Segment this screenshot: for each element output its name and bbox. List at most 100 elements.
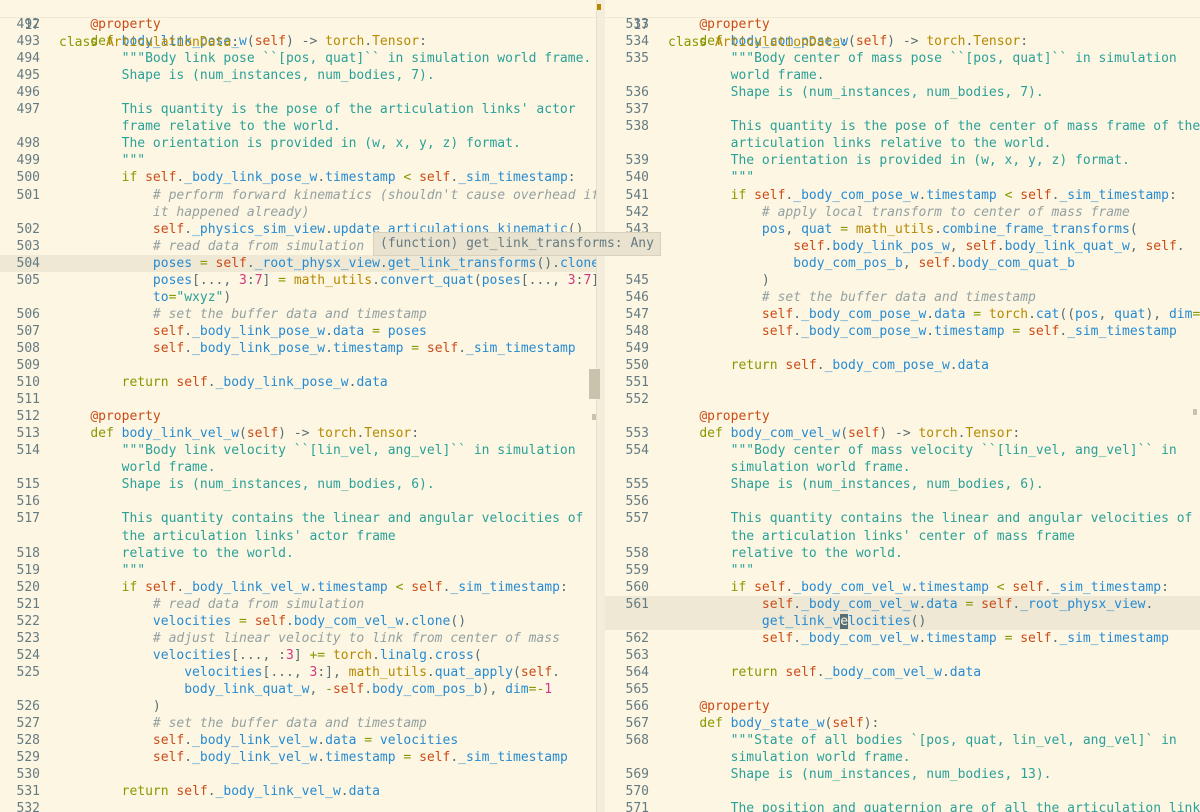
code-text[interactable]: it happened already)	[59, 204, 310, 221]
code-line[interactable]: 535 """Body center of mass pose ``[pos, …	[605, 50, 1200, 67]
code-line[interactable]: 526 )	[0, 698, 596, 715]
code-text[interactable]: if self._body_com_pose_w.timestamp < sel…	[668, 187, 1177, 204]
code-text[interactable]: simulation world frame.	[668, 459, 911, 476]
code-text[interactable]: This quantity contains the linear and an…	[59, 510, 584, 527]
code-line[interactable]: 568 """State of all bodies `[pos, quat, …	[605, 732, 1200, 749]
code-text[interactable]: )	[668, 272, 770, 289]
sticky-class-header[interactable]: 17 class ArticulationData:	[0, 0, 596, 50]
code-text[interactable]: """	[668, 562, 754, 579]
code-text[interactable]: # set the buffer data and timestamp	[668, 289, 1036, 306]
code-text[interactable]: relative to the world.	[668, 545, 903, 562]
code-text[interactable]: articulation links relative to the world…	[668, 135, 1052, 152]
code-text[interactable]: velocities[..., 3:], math_utils.quat_app…	[59, 664, 560, 681]
code-line[interactable]: self.body_link_pos_w, self.body_link_qua…	[605, 238, 1200, 255]
code-text[interactable]: @property	[668, 698, 769, 715]
code-text[interactable]: poses[..., 3:7] = math_utils.convert_qua…	[59, 272, 596, 289]
code-line[interactable]: 536 Shape is (num_instances, num_bodies,…	[605, 84, 1200, 101]
code-text[interactable]: return self._body_link_pose_w.data	[59, 374, 388, 391]
code-text[interactable]: if self._body_link_pose_w.timestamp < se…	[59, 169, 576, 186]
code-line[interactable]: 538 This quantity is the pose of the cen…	[605, 118, 1200, 135]
code-line[interactable]: 497 This quantity is the pose of the art…	[0, 101, 596, 118]
code-line[interactable]: simulation world frame.	[605, 459, 1200, 476]
code-line[interactable]: 548 self._body_com_pose_w.timestamp = se…	[605, 323, 1200, 340]
code-line[interactable]: 504 poses = self._root_physx_view.get_li…	[0, 254, 596, 272]
code-line[interactable]: 532	[0, 800, 596, 812]
code-text[interactable]: self._body_link_pose_w.data = poses	[59, 323, 427, 340]
code-line[interactable]: 492 @property	[0, 16, 596, 33]
code-line[interactable]: 571 The position and quaternion are of a…	[605, 800, 1200, 812]
code-text[interactable]: """Body center of mass velocity ``[lin_v…	[668, 442, 1177, 459]
code-line[interactable]: world frame.	[0, 459, 596, 476]
code-text[interactable]: self._body_com_pose_w.timestamp = self._…	[668, 323, 1177, 340]
code-text[interactable]: self.body_link_pos_w, self.body_link_qua…	[668, 238, 1184, 255]
code-line[interactable]: 505 poses[..., 3:7] = math_utils.convert…	[0, 272, 596, 289]
code-line[interactable]: 552	[605, 391, 1200, 408]
code-line[interactable]: 516	[0, 493, 596, 510]
code-line[interactable]: world frame.	[605, 67, 1200, 84]
code-text[interactable]: @property	[59, 16, 160, 33]
code-text[interactable]: """Body center of mass pose ``[pos, quat…	[668, 50, 1177, 67]
code-text[interactable]: The position and quaternion are of all t…	[668, 800, 1200, 812]
code-line[interactable]: 527 # set the buffer data and timestamp	[0, 715, 596, 732]
code-line[interactable]: 550 return self._body_com_pose_w.data	[605, 357, 1200, 374]
code-line[interactable]: 515 Shape is (num_instances, num_bodies,…	[0, 476, 596, 493]
code-text[interactable]: # set the buffer data and timestamp	[59, 306, 427, 323]
code-line[interactable]: 529 self._body_link_vel_w.timestamp = se…	[0, 749, 596, 766]
code-text[interactable]: """	[668, 169, 754, 186]
code-line[interactable]: 557 This quantity contains the linear an…	[605, 510, 1200, 527]
code-line[interactable]: 533 @property	[605, 16, 1200, 33]
code-text[interactable]: world frame.	[59, 459, 216, 476]
code-text[interactable]: # apply local transform to center of mas…	[668, 204, 1130, 221]
code-line[interactable]: 496	[0, 84, 596, 101]
code-line[interactable]: 501 # perform forward kinematics (should…	[0, 187, 596, 204]
code-text[interactable]: def body_com_vel_w(self) -> torch.Tensor…	[668, 425, 1020, 442]
code-text[interactable]: @property	[668, 16, 769, 33]
code-text[interactable]: """State of all bodies `[pos, quat, lin_…	[668, 732, 1177, 749]
code-line[interactable]: 565	[605, 681, 1200, 698]
code-line[interactable]: 528 self._body_link_vel_w.data = velocit…	[0, 732, 596, 749]
code-text[interactable]: if self._body_com_vel_w.timestamp < self…	[668, 579, 1169, 596]
code-text[interactable]: velocities = self.body_com_vel_w.clone()	[59, 613, 466, 630]
code-line[interactable]: 499 """	[0, 152, 596, 169]
code-text[interactable]: self._body_link_vel_w.timestamp = self._…	[59, 749, 568, 766]
code-line[interactable]: 549	[605, 340, 1200, 357]
code-line[interactable]: 553 def body_com_vel_w(self) -> torch.Te…	[605, 425, 1200, 442]
code-text[interactable]: return self._body_com_pose_w.data	[668, 357, 989, 374]
code-line[interactable]: 494 """Body link pose ``[pos, quat]`` in…	[0, 50, 596, 67]
code-line[interactable]: 506 # set the buffer data and timestamp	[0, 306, 596, 323]
code-line[interactable]: articulation links relative to the world…	[605, 135, 1200, 152]
code-text[interactable]: # set the buffer data and timestamp	[59, 715, 427, 732]
code-text[interactable]: relative to the world.	[59, 545, 294, 562]
code-line[interactable]: 561 self._body_com_vel_w.data = self._ro…	[605, 595, 1200, 613]
code-text[interactable]: velocities[..., :3] += torch.linalg.cros…	[59, 647, 482, 664]
code-line[interactable]: 551	[605, 374, 1200, 391]
code-text[interactable]: """	[59, 152, 145, 169]
code-text[interactable]: poses = self._root_physx_view.get_link_t…	[59, 255, 596, 272]
pane-divider[interactable]	[596, 0, 605, 812]
code-text[interactable]: # perform forward kinematics (shouldn't …	[59, 187, 596, 204]
code-line[interactable]: 564 return self._body_com_vel_w.data	[605, 664, 1200, 681]
code-text[interactable]: Shape is (num_instances, num_bodies, 6).	[668, 476, 1044, 493]
code-line[interactable]: 539 The orientation is provided in (w, x…	[605, 152, 1200, 169]
code-line[interactable]: 530	[0, 766, 596, 783]
code-line[interactable]: 566 @property	[605, 698, 1200, 715]
code-line[interactable]: 559 """	[605, 562, 1200, 579]
code-line[interactable]: 519 """	[0, 562, 596, 579]
code-text[interactable]: Shape is (num_instances, num_bodies, 7).	[668, 84, 1044, 101]
code-line[interactable]: body_link_quat_w, -self.body_com_pos_b),…	[0, 681, 596, 698]
code-text[interactable]: self._body_com_vel_w.timestamp = self._s…	[668, 630, 1169, 647]
code-text[interactable]: body_com_pos_b, self.body_com_quat_b	[668, 255, 1075, 272]
code-text[interactable]: get_link_velocities()	[668, 613, 926, 630]
code-line[interactable]: 495 Shape is (num_instances, num_bodies,…	[0, 67, 596, 84]
code-line[interactable]: 498 The orientation is provided in (w, x…	[0, 135, 596, 152]
code-line[interactable]: 554 """Body center of mass velocity ``[l…	[605, 442, 1200, 459]
code-line[interactable]: 562 self._body_com_vel_w.timestamp = sel…	[605, 630, 1200, 647]
code-line[interactable]: 540 """	[605, 169, 1200, 186]
code-line[interactable]: 509	[0, 357, 596, 374]
code-line[interactable]: 542 # apply local transform to center of…	[605, 204, 1200, 221]
code-line[interactable]: get_link_velocities()	[605, 612, 1200, 630]
code-text[interactable]: def body_state_w(self):	[668, 715, 879, 732]
left-editor-pane[interactable]: 17 class ArticulationData: 492 @property…	[0, 0, 596, 812]
code-text[interactable]: This quantity is the pose of the center …	[668, 118, 1200, 135]
code-line[interactable]: the articulation links' actor frame	[0, 528, 596, 545]
